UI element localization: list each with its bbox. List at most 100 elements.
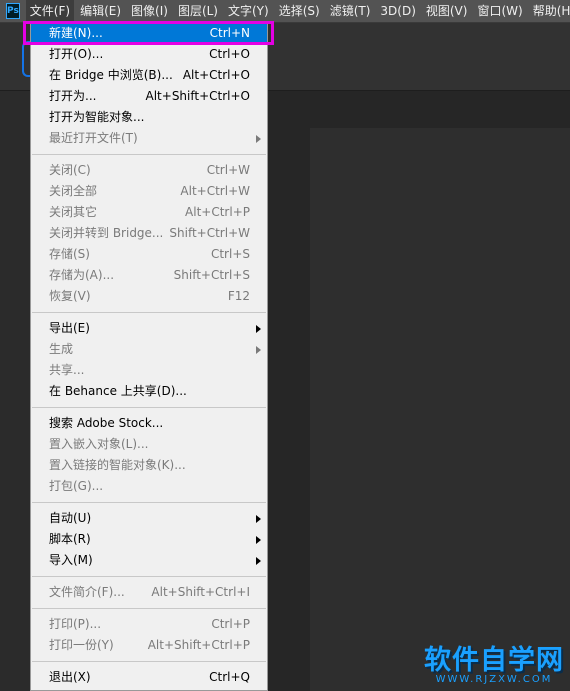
menu-item-label: 脚本(R) [49, 532, 91, 546]
menu-help[interactable]: 帮助(H) [529, 0, 570, 22]
submenu-arrow-icon [256, 346, 261, 354]
menu-separator [32, 661, 266, 662]
menu-item[interactable]: 存储为(A)... Shift+Ctrl+S [31, 265, 267, 286]
menu-item[interactable]: 打印一份(Y) Alt+Shift+Ctrl+P [31, 635, 267, 656]
menu-item[interactable]: 打印(P)... Ctrl+P [31, 614, 267, 635]
menu-item[interactable]: 导出(E) [31, 318, 267, 339]
menu-item-label: 共享... [49, 363, 85, 377]
menu-3d[interactable]: 3D(D) [376, 0, 419, 22]
menu-item-label: 关闭全部 [49, 184, 98, 198]
menu-view[interactable]: 视图(V) [422, 0, 472, 22]
submenu-arrow-icon [256, 557, 261, 565]
menu-item-label: 最近打开文件(T) [49, 131, 138, 145]
menu-item-label: 打开为智能对象... [49, 110, 145, 124]
menu-item-label: 关闭并转到 Bridge... [49, 226, 164, 240]
menu-item-label: 退出(X) [49, 670, 91, 684]
menu-item-shortcut: F12 [227, 289, 250, 303]
menu-item-label: 存储为(A)... [49, 268, 115, 282]
menu-item[interactable]: 退出(X) Ctrl+Q [31, 667, 267, 688]
menu-item-label: 导入(M) [49, 553, 93, 567]
menu-file[interactable]: 文件(F) [25, 0, 75, 22]
menu-separator [32, 502, 266, 503]
menu-edit[interactable]: 编辑(E) [76, 0, 125, 22]
menu-item-label: 关闭其它 [49, 205, 98, 219]
menu-separator [32, 608, 266, 609]
menu-window[interactable]: 窗口(W) [473, 0, 526, 22]
menu-item[interactable]: 自动(U) [31, 508, 267, 529]
watermark-title: 软件自学网 [424, 645, 564, 676]
menu-item-shortcut: Shift+Ctrl+S [173, 268, 250, 282]
menu-item-label: 导出(E) [49, 321, 90, 335]
photoshop-logo-icon: Ps [6, 3, 20, 19]
menu-item[interactable]: 新建(N)... Ctrl+N [31, 23, 267, 44]
menu-item-label: 文件简介(F)... [49, 585, 125, 599]
menu-item[interactable]: 导入(M) [31, 550, 267, 571]
menu-item-shortcut: Ctrl+O [209, 47, 250, 61]
menu-item-label: 关闭(C) [49, 163, 91, 177]
menu-item-label: 搜索 Adobe Stock... [49, 416, 164, 430]
watermark-url: WWW.RJZXW.COM [435, 674, 553, 685]
menu-separator [32, 407, 266, 408]
menu-item[interactable]: 置入链接的智能对象(K)... [31, 455, 267, 476]
menu-item[interactable]: 关闭并转到 Bridge... Shift+Ctrl+W [31, 223, 267, 244]
menu-item[interactable]: 关闭其它 Alt+Ctrl+P [31, 202, 267, 223]
menu-item[interactable]: 关闭(C) Ctrl+W [31, 160, 267, 181]
menu-item[interactable]: 置入嵌入对象(L)... [31, 434, 267, 455]
watermark: 软件自学网 WWW.RJZXW.COM [420, 638, 568, 690]
menu-item[interactable]: 共享... [31, 360, 267, 381]
tools-panel [0, 91, 30, 691]
menu-type[interactable]: 文字(Y) [224, 0, 273, 22]
menu-item[interactable]: 打包(G)... [31, 476, 267, 497]
menu-item-label: 生成 [49, 342, 74, 356]
menu-bar: Ps 文件(F) 编辑(E) 图像(I) 图层(L) 文字(Y) 选择(S) 滤… [0, 0, 570, 23]
menu-item[interactable]: 打开为智能对象... [31, 107, 267, 128]
menu-item-shortcut: Alt+Shift+Ctrl+I [151, 585, 250, 599]
submenu-arrow-icon [256, 515, 261, 523]
submenu-arrow-icon [256, 325, 261, 333]
menu-item-label: 恢复(V) [49, 289, 91, 303]
menu-item-label: 置入链接的智能对象(K)... [49, 458, 186, 472]
menu-item-label: 新建(N)... [49, 26, 103, 40]
menu-item[interactable]: 打开为... Alt+Shift+Ctrl+O [31, 86, 267, 107]
menu-item-label: 存储(S) [49, 247, 90, 261]
menu-image[interactable]: 图像(I) [127, 0, 172, 22]
menu-item[interactable]: 在 Behance 上共享(D)... [31, 381, 267, 402]
menu-item-label: 打包(G)... [49, 479, 104, 493]
menu-item[interactable]: 脚本(R) [31, 529, 267, 550]
menu-item-label: 自动(U) [49, 511, 92, 525]
menu-item-label: 置入嵌入对象(L)... [49, 437, 149, 451]
menu-item-shortcut: Alt+Ctrl+W [180, 184, 250, 198]
menu-item-label: 打开为... [49, 89, 97, 103]
menu-item-shortcut: Ctrl+N [209, 26, 250, 40]
menu-item-shortcut: Alt+Shift+Ctrl+O [145, 89, 250, 103]
menu-item[interactable]: 文件简介(F)... Alt+Shift+Ctrl+I [31, 582, 267, 603]
menu-item-shortcut: Ctrl+S [210, 247, 250, 261]
menu-item[interactable]: 搜索 Adobe Stock... [31, 413, 267, 434]
menu-item-label: 打印(P)... [49, 617, 102, 631]
menu-item[interactable]: 生成 [31, 339, 267, 360]
menu-separator [32, 312, 266, 313]
menu-item-shortcut: Alt+Shift+Ctrl+P [147, 638, 250, 652]
submenu-arrow-icon [256, 536, 261, 544]
menu-item-shortcut: Ctrl+W [206, 163, 250, 177]
menu-item-label: 打开(O)... [49, 47, 104, 61]
menu-separator [32, 154, 266, 155]
menu-separator [32, 576, 266, 577]
menu-item[interactable]: 恢复(V) F12 [31, 286, 267, 307]
menu-item[interactable]: 关闭全部 Alt+Ctrl+W [31, 181, 267, 202]
menu-item[interactable]: 最近打开文件(T) [31, 128, 267, 149]
document-canvas-area [310, 128, 570, 691]
menu-item-shortcut: Shift+Ctrl+W [169, 226, 250, 240]
menu-item[interactable]: 打开(O)... Ctrl+O [31, 44, 267, 65]
menu-select[interactable]: 选择(S) [275, 0, 324, 22]
menu-item-label: 打印一份(Y) [49, 638, 114, 652]
menu-item[interactable]: 在 Bridge 中浏览(B)... Alt+Ctrl+O [31, 65, 267, 86]
file-menu-dropdown: 新建(N)... Ctrl+N 打开(O)... Ctrl+O 在 Bridge 中浏览… [30, 21, 268, 691]
menu-item-shortcut: Ctrl+Q [209, 670, 250, 684]
menu-item[interactable]: 存储(S) Ctrl+S [31, 244, 267, 265]
menu-item-label: 在 Bridge 中浏览(B)... [49, 68, 173, 82]
submenu-arrow-icon [256, 135, 261, 143]
menu-layer[interactable]: 图层(L) [174, 0, 222, 22]
menu-filter[interactable]: 滤镜(T) [326, 0, 375, 22]
menu-item-shortcut: Alt+Ctrl+O [182, 68, 250, 82]
